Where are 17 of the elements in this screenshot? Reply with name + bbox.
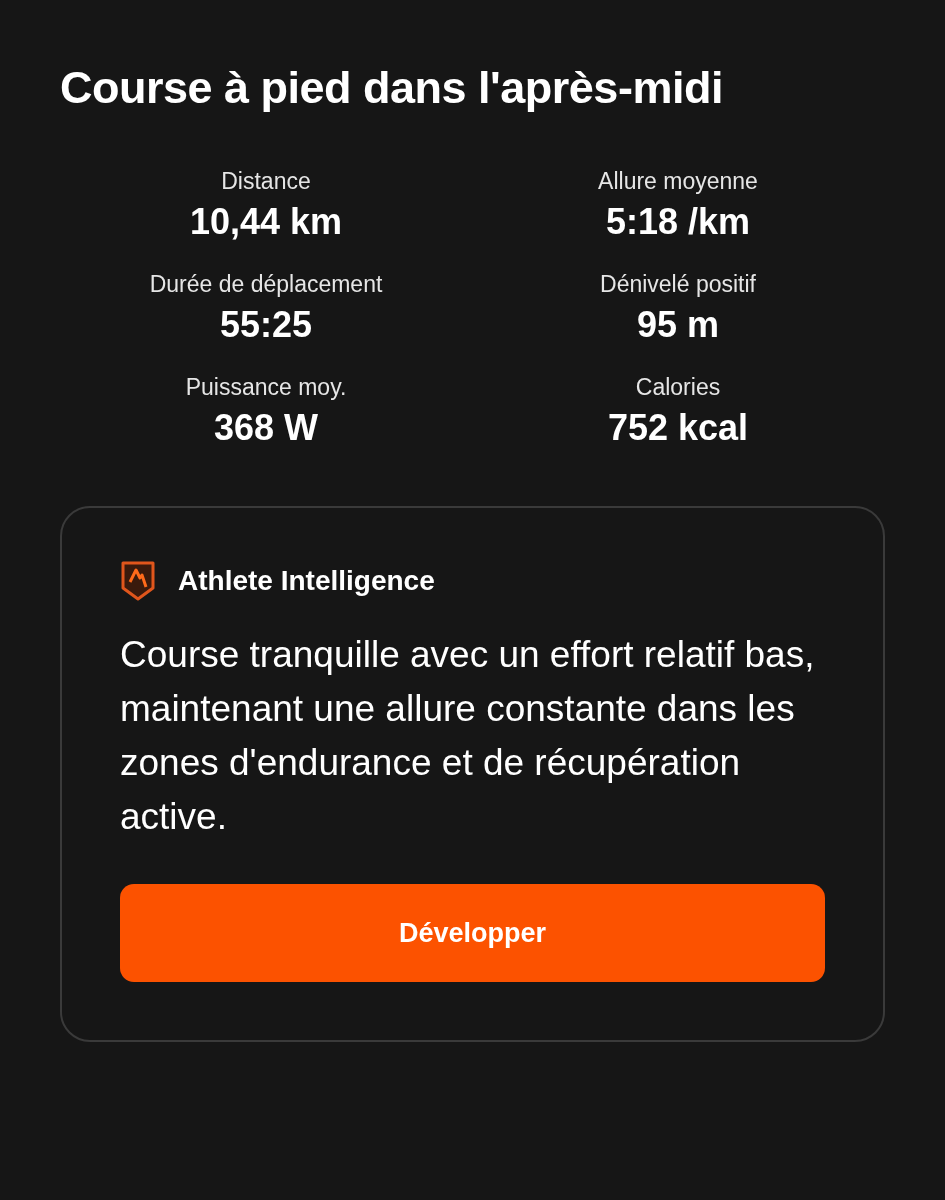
stat-value: 95 m — [636, 303, 720, 347]
expand-button[interactable]: Développer — [120, 884, 825, 982]
stat-label: Allure moyenne — [598, 167, 758, 196]
insight-text: Course tranquille avec un effort relatif bas, maintenant une allure constante dans les zones d'endurance et de récupération active. — [120, 633, 816, 839]
stat-value: 752 kcal — [607, 406, 749, 450]
stat-label: Dénivelé positif — [600, 270, 756, 299]
stat-label: Durée de déplacement — [149, 270, 383, 299]
stat-value: 10,44 km — [189, 200, 343, 244]
stat-value: 5:18 /km — [605, 200, 751, 244]
stat-label: Calories — [635, 373, 721, 402]
stat-value: 55:25 — [219, 303, 313, 347]
shield-icon — [120, 560, 156, 602]
stat-value: 368 W — [213, 406, 318, 450]
stat-label: Distance — [221, 167, 311, 196]
stat-label: Puissance moy. — [185, 373, 347, 402]
activity-title: Course à pied dans l'après-midi — [60, 61, 724, 115]
insight-heading: Athlete Intelligence — [178, 565, 435, 597]
